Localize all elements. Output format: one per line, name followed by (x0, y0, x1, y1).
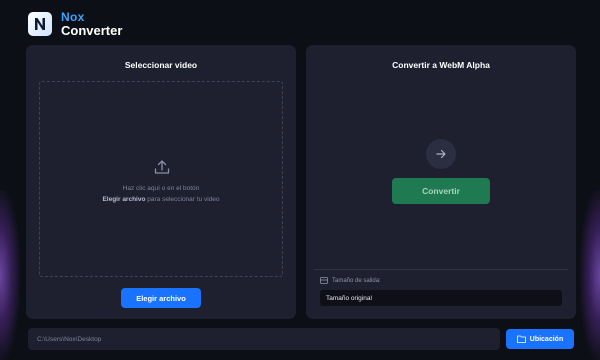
background-glow-right (580, 190, 600, 360)
video-dropzone[interactable]: Haz clic aquí o en el botón Elegir archi… (39, 81, 283, 277)
dropzone-line2-rest: para seleccionar tu video (145, 196, 220, 203)
location-button[interactable]: Ubicación (506, 329, 574, 349)
output-size-select[interactable]: Tamaño original (320, 290, 562, 306)
app-brand: Nox Converter (61, 11, 123, 38)
select-video-title: Seleccionar video (124, 60, 198, 70)
panel-divider (314, 269, 568, 270)
dropzone-strong: Elegir archivo (102, 196, 146, 203)
background-glow-left (0, 190, 20, 360)
upload-icon (154, 160, 170, 174)
resize-icon (320, 277, 328, 284)
brand-name-bottom: Converter (61, 23, 123, 38)
convert-button[interactable]: Convertir (392, 178, 490, 204)
dropzone-line1: Haz clic aquí o en el botón (122, 185, 200, 192)
output-size-label: Tamaño de salida: (320, 277, 381, 284)
dropzone-instructions: Haz clic aquí o en el botón Elegir archi… (40, 183, 282, 205)
output-path-field[interactable]: C:\Users\Nox\Desktop (28, 328, 500, 350)
location-button-label: Ubicación (529, 335, 564, 343)
folder-icon (516, 335, 526, 343)
choose-file-button[interactable]: Elegir archivo (121, 288, 201, 308)
dropzone-line2: Elegir archivo para seleccionar tu video (40, 194, 282, 205)
arrow-right-icon (426, 139, 456, 169)
output-size-label-text: Tamaño de salida: (332, 277, 381, 284)
convert-title: Convertir a WebM Alpha (392, 60, 490, 70)
select-video-panel: Seleccionar video Haz clic aquí o en el … (26, 45, 296, 319)
nox-logo-icon (28, 12, 52, 36)
convert-panel: Convertir a WebM Alpha Convertir Tamaño … (306, 45, 576, 319)
app-header: Nox Converter (28, 8, 122, 40)
